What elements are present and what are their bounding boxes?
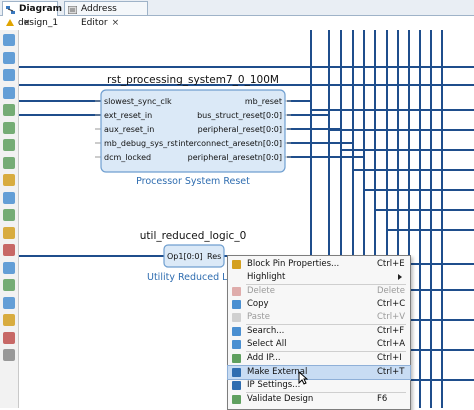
fit-selection-icon[interactable] (3, 156, 15, 169)
menu-item-shortcut: Ctrl+V (377, 312, 406, 322)
menu-item-select-all[interactable]: Select All Ctrl+A (228, 338, 410, 351)
zoom-in-icon[interactable] (3, 34, 15, 46)
menu-item-search[interactable]: Search... Ctrl+F (228, 325, 410, 338)
diagram-icon (6, 5, 15, 14)
menu-item-label: Validate Design (247, 394, 314, 404)
delete-icon (232, 287, 241, 296)
close-icon[interactable]: × (112, 16, 120, 30)
block-rst-processing-system[interactable]: rst_processing_system7_0_100M slowest_sy… (100, 74, 286, 187)
menu-item-label: Search... (247, 326, 285, 336)
tab-bar: Diagram× Address Editor × (0, 0, 474, 28)
menu-item-block-pin-properties[interactable]: Block Pin Properties... Ctrl+E (228, 258, 410, 271)
menu-item-shortcut: Ctrl+F (377, 326, 405, 336)
port-label[interactable]: ext_reset_in (104, 111, 152, 120)
block-title: rst_processing_system7_0_100M (107, 74, 279, 86)
port-label[interactable]: slowest_sync_clk (104, 97, 172, 106)
paste-icon (232, 313, 241, 322)
block-subtitle: Processor System Reset (136, 176, 250, 187)
validate-icon (232, 395, 241, 404)
menu-item-label: Paste (247, 312, 270, 322)
port-label[interactable]: mb_debug_sys_rst (104, 139, 178, 148)
menu-item-shortcut: Ctrl+I (377, 353, 402, 363)
add-ip-icon (232, 354, 241, 363)
settings-icon[interactable] (3, 296, 15, 309)
zoom-out-icon[interactable] (3, 51, 15, 64)
port-label[interactable]: bus_struct_reset[0:0] (197, 111, 282, 120)
menu-item-shortcut: Ctrl+T (377, 367, 405, 377)
search-icon[interactable] (3, 174, 15, 186)
make-external-icon (232, 368, 241, 377)
add-ip-icon[interactable] (3, 209, 15, 221)
menu-item-shortcut: Ctrl+E (377, 259, 405, 269)
copy-icon (232, 300, 241, 309)
refresh-icon[interactable] (3, 279, 15, 291)
submenu-arrow-icon (398, 274, 402, 280)
zoom-area-icon[interactable] (3, 86, 15, 99)
menu-item-label: Add IP... (247, 353, 281, 363)
port-label[interactable]: aux_reset_in (104, 125, 154, 134)
context-menu[interactable]: Block Pin Properties... Ctrl+E Highlight De… (227, 255, 411, 410)
menu-item-label: Copy (247, 299, 269, 309)
menu-item-label: Highlight (247, 272, 286, 282)
breadcrumb-label: design_1 (18, 18, 59, 28)
port-label[interactable]: mb_reset (245, 97, 282, 106)
cut-icon[interactable] (3, 349, 15, 361)
port-label[interactable]: peripheral_aresetn[0:0] (188, 153, 282, 162)
search-icon (232, 327, 241, 336)
menu-item-copy[interactable]: Copy Ctrl+C (228, 298, 410, 311)
menu-item-label: Block Pin Properties... (247, 259, 340, 269)
address-editor-icon (67, 5, 78, 15)
port-label[interactable]: interconnect_aresetn[0:0] (178, 139, 282, 148)
expand-icon[interactable] (3, 121, 15, 134)
layout-icon[interactable] (3, 314, 15, 326)
port-label[interactable]: dcm_locked (104, 153, 151, 162)
warning-icon (6, 19, 14, 26)
menu-item-validate-design[interactable]: Validate Design F6 (228, 393, 410, 406)
mouse-cursor-icon (298, 370, 309, 385)
ip-settings-icon (232, 381, 241, 390)
route-icon[interactable] (3, 226, 15, 239)
menu-item-label: IP Settings... (247, 380, 301, 390)
tab-address-editor[interactable]: Address Editor × (64, 1, 148, 28)
menu-item-shortcut: Ctrl+C (377, 299, 406, 309)
block-title: util_reduced_logic_0 (140, 230, 247, 242)
menu-item-shortcut: Ctrl+A (377, 339, 406, 349)
diagram-toolbar (0, 30, 19, 408)
pin-icon[interactable] (3, 261, 15, 274)
menu-item-add-ip[interactable]: Add IP... Ctrl+I (228, 352, 410, 365)
port-label[interactable]: Res (207, 252, 221, 261)
port-label[interactable]: Op1[0:0] (167, 252, 203, 261)
tab-diagram-label: Diagram (19, 4, 62, 14)
regenerate-icon[interactable] (3, 244, 15, 256)
menu-item-highlight[interactable]: Highlight (228, 271, 410, 284)
menu-item-paste[interactable]: Paste Ctrl+V (228, 311, 410, 324)
validate-icon[interactable] (3, 191, 15, 204)
select-area-icon[interactable] (3, 104, 15, 116)
zoom-fit-icon[interactable] (3, 69, 15, 81)
port-label[interactable]: peripheral_reset[0:0] (198, 125, 282, 134)
menu-item-label: Delete (247, 286, 275, 296)
collapse-icon[interactable] (3, 139, 15, 151)
breadcrumb[interactable]: design_1 (0, 16, 58, 30)
menu-item-ip-settings[interactable]: IP Settings... (228, 379, 410, 392)
block-subtitle: Utility Reduced Lo (147, 272, 233, 283)
menu-item-shortcut: Delete (377, 286, 405, 296)
properties-icon (232, 260, 241, 269)
menu-item-delete[interactable]: Delete Delete (228, 285, 410, 298)
menu-item-make-external[interactable]: Make External Ctrl+T (227, 365, 411, 380)
highlight-icon[interactable] (3, 331, 15, 344)
menu-item-label: Select All (247, 339, 287, 349)
tab-diagram[interactable]: Diagram× (2, 1, 62, 28)
select-all-icon (232, 340, 241, 349)
menu-item-shortcut: F6 (377, 394, 388, 404)
